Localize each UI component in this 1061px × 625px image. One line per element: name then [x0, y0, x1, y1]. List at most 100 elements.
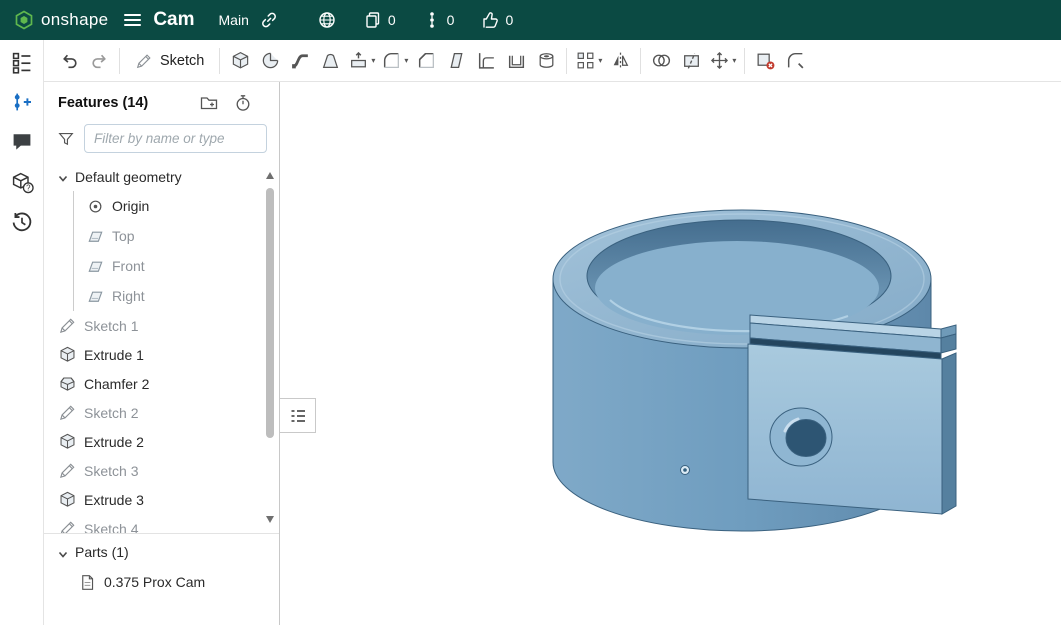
work-area: Features (14) Default geometry	[44, 82, 1061, 625]
transform-button[interactable]: ▾	[706, 45, 739, 77]
chamfer-button[interactable]	[411, 45, 441, 77]
copies-count: 0	[388, 12, 396, 28]
plane-icon	[86, 227, 105, 246]
linear-pattern-button[interactable]: ▾	[572, 45, 605, 77]
tree-item-label: Top	[112, 228, 135, 244]
tree-item-label: Extrude 2	[84, 434, 144, 450]
tree-item-extrude2[interactable]: Extrude 2	[44, 427, 279, 456]
tree-item-front-plane[interactable]: Front	[74, 251, 279, 281]
split-button[interactable]	[676, 45, 706, 77]
extrude-icon	[58, 432, 77, 451]
undo-button[interactable]	[54, 45, 84, 77]
feature-list-flyout-button[interactable]	[280, 398, 316, 433]
filter-input[interactable]	[84, 124, 267, 153]
tree-item-sketch2[interactable]: Sketch 2	[44, 398, 279, 427]
part-icon	[78, 573, 97, 592]
tree-item-extrude1[interactable]: Extrude 1	[44, 340, 279, 369]
group-label: Default geometry	[75, 169, 182, 185]
new-folder-icon[interactable]	[199, 93, 219, 113]
filter-row	[44, 117, 279, 162]
left-rail: ?	[0, 40, 44, 625]
tree-item-sketch3[interactable]: Sketch 3	[44, 456, 279, 485]
tree-item-label: Sketch 3	[84, 463, 138, 479]
pencil-icon	[135, 52, 153, 70]
draft-button[interactable]	[441, 45, 471, 77]
loft-button[interactable]	[315, 45, 345, 77]
document-title[interactable]: Cam	[153, 9, 194, 31]
fillet-button[interactable]: ▾	[378, 45, 411, 77]
comments-icon[interactable]	[10, 130, 34, 154]
chevron-down-icon: ▾	[732, 56, 736, 65]
revolve-button[interactable]	[255, 45, 285, 77]
sketch-icon	[58, 461, 77, 480]
shell-button[interactable]	[501, 45, 531, 77]
tree-item-right-plane[interactable]: Right	[74, 281, 279, 311]
sketch-icon	[58, 316, 77, 335]
hole-button[interactable]	[531, 45, 561, 77]
default-geometry-group[interactable]: Default geometry	[44, 162, 279, 191]
likes-stat[interactable]: 0	[480, 10, 513, 30]
features-count-label: Features (14)	[58, 95, 185, 111]
onshape-logo-icon	[14, 10, 34, 30]
toolbar-separator	[566, 48, 567, 74]
toolbar-separator	[119, 48, 120, 74]
hamburger-menu-icon[interactable]	[124, 14, 141, 26]
sketch-button-label: Sketch	[160, 53, 204, 69]
scroll-up-arrow[interactable]	[266, 172, 274, 179]
tree-scrollbar[interactable]	[265, 164, 276, 531]
boolean-button[interactable]	[646, 45, 676, 77]
plane-icon	[86, 257, 105, 276]
public-globe-icon[interactable]	[317, 10, 337, 30]
tree-item-chamfer2[interactable]: Chamfer 2	[44, 369, 279, 398]
rib-button[interactable]	[471, 45, 501, 77]
copies-stat[interactable]: 0	[363, 10, 396, 30]
part-studio-info-icon[interactable]: ?	[10, 170, 34, 194]
tree-item-origin[interactable]: Origin	[74, 191, 279, 221]
tree-item-sketch4[interactable]: Sketch 4	[44, 514, 279, 533]
scroll-down-arrow[interactable]	[266, 516, 274, 523]
parts-group[interactable]: Parts (1)	[44, 537, 279, 567]
tree-item-label: Origin	[112, 198, 149, 214]
tree-item-label: Right	[112, 288, 145, 304]
configurations-icon[interactable]	[10, 90, 34, 114]
tree-item-sketch1[interactable]: Sketch 1	[44, 311, 279, 340]
filter-funnel-icon[interactable]	[57, 130, 75, 148]
plane-icon	[86, 287, 105, 306]
thicken-button[interactable]: ▾	[345, 45, 378, 77]
chevron-down-icon	[55, 170, 68, 183]
extrude-icon	[58, 345, 77, 364]
chamfer-icon	[58, 374, 77, 393]
chevron-down-icon: ▾	[371, 56, 375, 65]
chevron-down-icon: ▾	[598, 56, 602, 65]
default-geometry-children: Origin Top Front Right	[73, 191, 279, 311]
cam-part-model[interactable]	[280, 82, 1061, 625]
likes-count: 0	[505, 12, 513, 28]
branch-link-icon[interactable]	[259, 10, 279, 30]
sweep-button[interactable]	[285, 45, 315, 77]
sketch-icon	[58, 519, 77, 533]
modify-fillet-button[interactable]	[780, 45, 810, 77]
tree-item-top-plane[interactable]: Top	[74, 221, 279, 251]
model-viewport[interactable]	[280, 82, 1061, 625]
scrollbar-thumb[interactable]	[266, 188, 274, 438]
versions-stat[interactable]: 0	[422, 10, 455, 30]
extrude-button[interactable]	[225, 45, 255, 77]
chevron-down-icon	[55, 546, 68, 559]
part-item-label: 0.375 Prox Cam	[104, 574, 205, 590]
mirror-button[interactable]	[605, 45, 635, 77]
history-icon[interactable]	[10, 210, 34, 234]
extrude-icon	[58, 490, 77, 509]
rollback-stopwatch-icon[interactable]	[233, 93, 253, 113]
delete-face-button[interactable]	[750, 45, 780, 77]
version-dots-icon	[422, 10, 442, 30]
feature-list-icon[interactable]	[10, 50, 34, 74]
redo-button[interactable]	[84, 45, 114, 77]
tree-item-label: Front	[112, 258, 145, 274]
sketch-button[interactable]: Sketch	[125, 45, 214, 77]
onshape-logo[interactable]: onshape	[14, 10, 108, 30]
tree-item-extrude3[interactable]: Extrude 3	[44, 485, 279, 514]
tree-item-label: Sketch 1	[84, 318, 138, 334]
part-item[interactable]: 0.375 Prox Cam	[44, 567, 279, 597]
feature-tree-list: Default geometry Origin Top	[44, 162, 279, 533]
workspace-name[interactable]: Main	[219, 12, 249, 28]
